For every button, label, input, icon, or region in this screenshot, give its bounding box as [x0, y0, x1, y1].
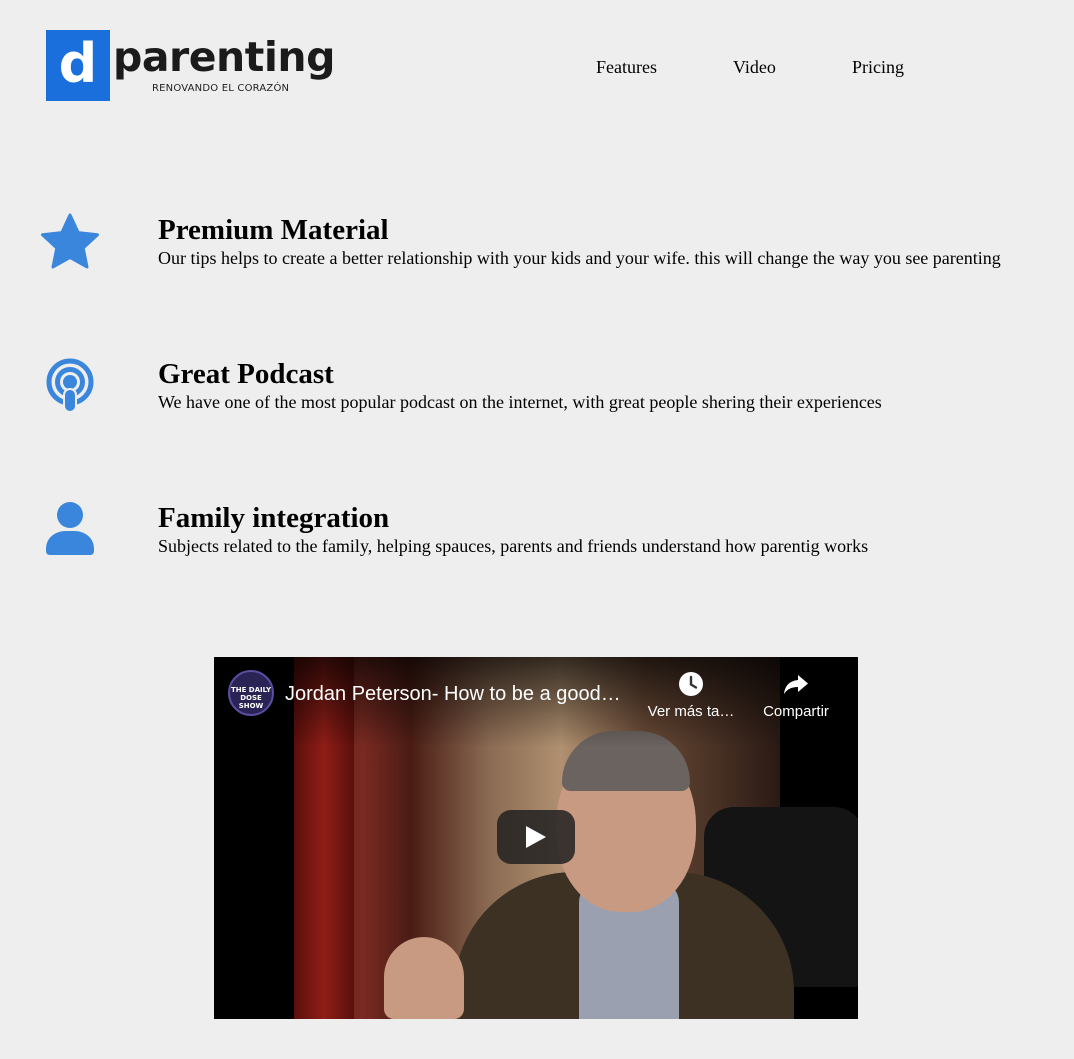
feature-premium-material: Premium Material Our tips helps to creat…	[0, 213, 1074, 303]
logo[interactable]: d parenting RENOVANDO EL CORAZÓN	[46, 30, 335, 102]
logo-letter: d	[58, 32, 98, 95]
clock-icon	[679, 672, 703, 696]
feature-family-integration: Family integration Subjects related to t…	[0, 501, 1074, 591]
share-icon	[784, 675, 808, 694]
user-icon	[40, 501, 100, 561]
share-button[interactable]: Compartir	[746, 671, 846, 721]
nav-link-video[interactable]: Video	[733, 56, 776, 78]
watch-later-button[interactable]: Ver más ta…	[641, 671, 741, 721]
feature-title: Great Podcast	[158, 358, 334, 390]
channel-avatar[interactable]: THE DAILY DOSE SHOW	[228, 670, 274, 716]
nav-link-pricing[interactable]: Pricing	[852, 56, 904, 78]
watch-later-label: Ver más ta…	[647, 703, 735, 720]
podcast-icon	[40, 357, 100, 417]
feature-title: Premium Material	[158, 214, 389, 246]
video-player[interactable]: THE DAILY DOSE SHOW Jordan Peterson- How…	[214, 657, 858, 1019]
feature-description: We have one of the most popular podcast …	[158, 392, 882, 412]
share-label: Compartir	[763, 703, 829, 720]
feature-description: Subjects related to the family, helping …	[158, 536, 869, 556]
star-icon	[40, 213, 100, 273]
play-icon	[526, 826, 546, 848]
feature-title: Family integration	[158, 502, 390, 534]
logo-tagline: RENOVANDO EL CORAZÓN	[152, 83, 290, 94]
logo-mark: d	[46, 30, 110, 101]
nav-link-features[interactable]: Features	[596, 56, 657, 78]
play-button[interactable]	[497, 810, 575, 864]
video-title[interactable]: Jordan Peterson- How to be a good…	[285, 681, 621, 707]
logo-wordmark: parenting	[113, 33, 335, 81]
feature-description: Our tips helps to create a better relati…	[158, 248, 1001, 268]
feature-great-podcast: Great Podcast We have one of the most po…	[0, 357, 1074, 447]
